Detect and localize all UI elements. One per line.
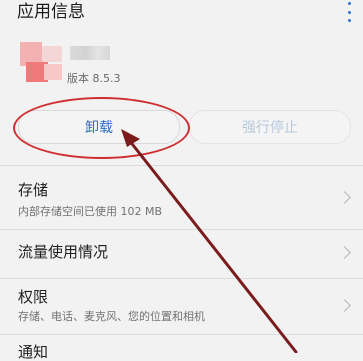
app-bar: 应用信息 <box>0 0 363 30</box>
settings-item-title: 通知 <box>18 343 49 361</box>
settings-item-title: 存储 <box>18 181 49 199</box>
highlight-circle <box>13 97 190 159</box>
settings-item-storage[interactable]: 存储 内部存储空间已使用 102 MB <box>0 166 363 229</box>
force-stop-button[interactable]: 强行停止 <box>189 110 351 144</box>
app-version: 版本 8.5.3 <box>67 72 121 85</box>
settings-item-title: 权限 <box>18 288 49 306</box>
settings-item-notifications[interactable]: 通知 <box>0 335 363 361</box>
settings-item-data-usage[interactable]: 流量使用情况 <box>0 230 363 278</box>
chevron-right-icon <box>338 246 351 259</box>
app-name-redacted <box>70 46 110 60</box>
page-title: 应用信息 <box>17 2 85 22</box>
more-vert-icon[interactable] <box>346 2 352 22</box>
chevron-right-icon <box>338 191 351 204</box>
settings-item-title: 流量使用情况 <box>18 243 109 261</box>
app-icon <box>20 42 64 86</box>
settings-item-subtitle: 内部存储空间已使用 102 MB <box>18 205 163 218</box>
settings-item-subtitle: 存储、电话、麦克风、您的位置和相机 <box>18 310 205 323</box>
settings-item-permissions[interactable]: 权限 存储、电话、麦克风、您的位置和相机 <box>0 279 363 334</box>
chevron-right-icon <box>338 299 351 312</box>
